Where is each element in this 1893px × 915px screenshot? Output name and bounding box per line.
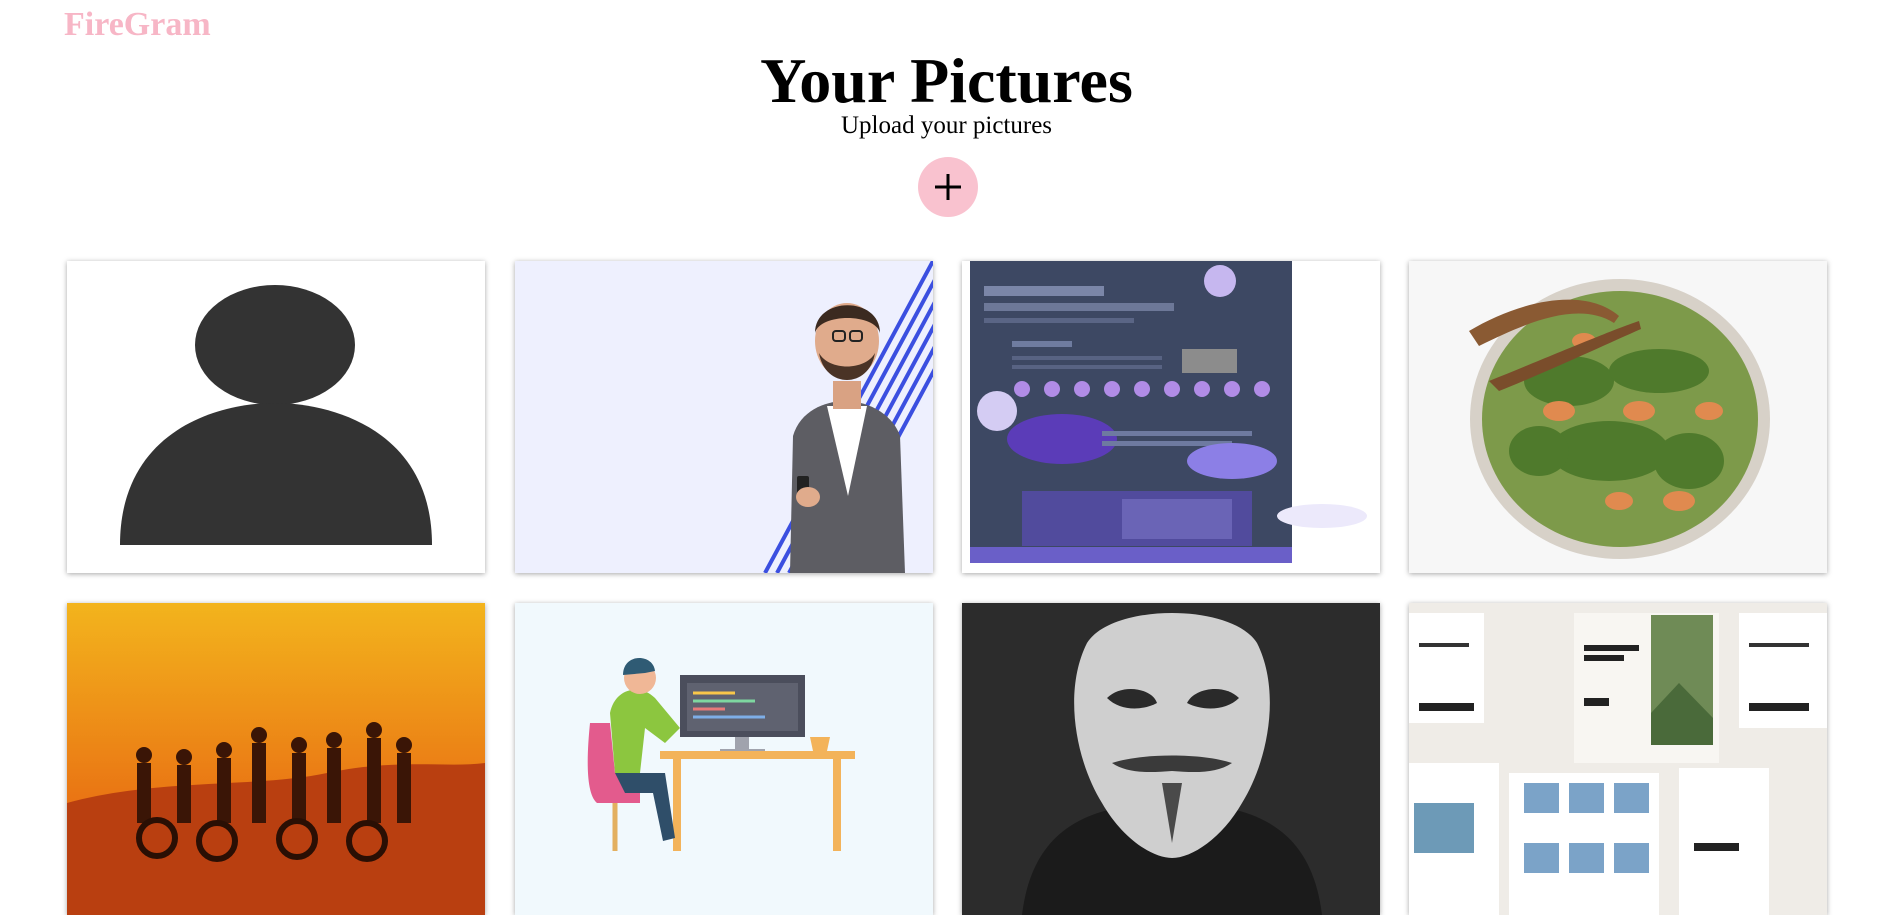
businessman-with-phone-image	[515, 261, 933, 573]
logo[interactable]: FireGram	[64, 4, 211, 46]
image-card[interactable]	[515, 261, 933, 573]
image-card[interactable]	[1409, 261, 1827, 573]
page-subtitle: Upload your pictures	[840, 112, 1053, 139]
image-card[interactable]	[515, 603, 933, 915]
image-card[interactable]	[1409, 603, 1827, 915]
image-card[interactable]	[67, 261, 485, 573]
guy-fawkes-mask-image	[962, 603, 1380, 915]
upload-button[interactable]	[918, 157, 978, 217]
portfolio-website-screenshot-image	[962, 261, 1380, 573]
default-avatar-icon	[67, 261, 485, 573]
developer-at-desk-illustration	[515, 603, 933, 915]
plus-icon	[935, 174, 961, 200]
image-card[interactable]	[962, 261, 1380, 573]
image-card[interactable]	[67, 603, 485, 915]
bikers-at-sunset-image	[67, 603, 485, 915]
camping-app-ui-screens-image	[1409, 603, 1827, 915]
page-title: Your Pictures	[760, 45, 1133, 116]
shrimp-salad-bowl-image	[1409, 261, 1827, 573]
image-card[interactable]	[962, 603, 1380, 915]
